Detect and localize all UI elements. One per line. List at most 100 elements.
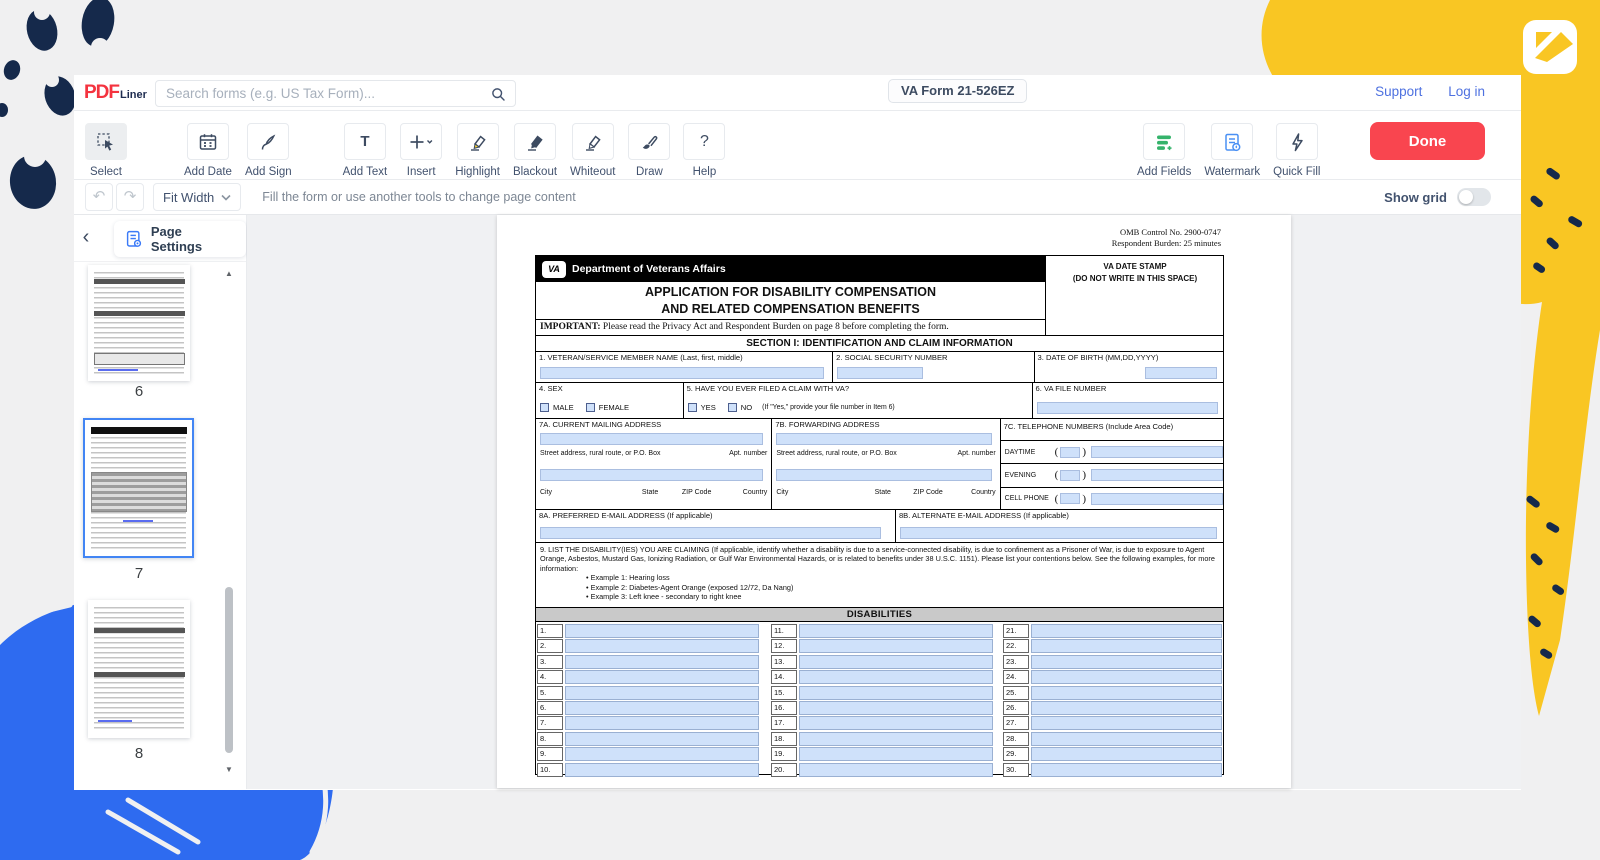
mailing-street-input[interactable]	[540, 433, 763, 445]
disability-row: 10.20.30.	[537, 763, 1222, 777]
collapse-sidebar-button[interactable]: ‹	[76, 226, 96, 250]
disability-input[interactable]	[565, 732, 759, 746]
city-sublabel: City	[776, 489, 788, 496]
scrollbar-thumb[interactable]	[225, 587, 233, 753]
support-link[interactable]: Support	[1375, 84, 1422, 99]
disability-number: 3.	[537, 655, 563, 669]
disability-input[interactable]	[565, 686, 759, 700]
disability-input[interactable]	[799, 624, 993, 638]
disability-input[interactable]	[799, 747, 993, 761]
blackout-button[interactable]: Blackout	[513, 123, 557, 178]
disability-input[interactable]	[565, 639, 759, 653]
search-input[interactable]	[166, 81, 486, 106]
disability-input[interactable]	[1031, 686, 1222, 700]
page-settings-button[interactable]: Page Settings	[114, 221, 246, 257]
disability-input[interactable]	[1031, 624, 1222, 638]
quick-fill-button[interactable]: Quick Fill	[1273, 123, 1320, 178]
document-canvas: OMB Control No. 2900-0747Respondent Burd…	[247, 215, 1521, 789]
yes-checkbox[interactable]	[688, 403, 697, 412]
draw-button[interactable]: Draw	[628, 123, 670, 178]
scroll-up-arrow[interactable]: ▲	[222, 269, 236, 281]
whiteout-button[interactable]: Whiteout	[570, 123, 615, 178]
sidebar-scrollbar[interactable]: ▲ ▼	[222, 265, 236, 781]
disability-input[interactable]	[1031, 701, 1222, 715]
forwarding-city-input[interactable]	[776, 469, 991, 481]
zoom-mode-dropdown[interactable]: Fit Width	[153, 183, 241, 211]
preferred-email-input[interactable]	[540, 527, 881, 539]
page-thumbnail-7-selected[interactable]	[83, 418, 194, 558]
female-label: FEMALE	[599, 403, 629, 412]
search-bar[interactable]	[155, 80, 516, 107]
apt-sublabel: Apt. number	[958, 450, 996, 457]
watermark-button[interactable]: Watermark	[1204, 123, 1260, 178]
cell-area-code-input[interactable]	[1060, 493, 1080, 504]
done-button[interactable]: Done	[1370, 122, 1485, 160]
disability-number: 7.	[537, 716, 563, 730]
disability-input[interactable]	[799, 716, 993, 730]
omb-control-text: OMB Control No. 2900-0747Respondent Burd…	[921, 227, 1221, 248]
ssn-input[interactable]	[837, 367, 923, 379]
dob-input[interactable]	[1145, 367, 1217, 379]
disabilities-header: DISABILITIES	[536, 607, 1223, 622]
evening-area-code-input[interactable]	[1060, 470, 1080, 481]
disability-input[interactable]	[565, 670, 759, 684]
disability-input[interactable]	[1031, 655, 1222, 669]
page-settings-label: Page Settings	[151, 224, 236, 254]
female-checkbox[interactable]	[586, 403, 595, 412]
help-button[interactable]: ? Help	[683, 123, 725, 178]
cell-phone-input[interactable]	[1091, 493, 1223, 505]
disability-input[interactable]	[565, 747, 759, 761]
disability-input[interactable]	[799, 655, 993, 669]
insert-button[interactable]: Insert	[400, 123, 442, 178]
disability-input[interactable]	[799, 701, 993, 715]
disability-input[interactable]	[565, 763, 759, 777]
disability-input[interactable]	[565, 701, 759, 715]
disability-input[interactable]	[1031, 763, 1222, 777]
disability-input[interactable]	[799, 686, 993, 700]
undo-button[interactable]: ↶	[85, 183, 113, 211]
daytime-phone-input[interactable]	[1091, 446, 1223, 458]
add-fields-button[interactable]: Add Fields	[1137, 123, 1191, 178]
example-2: Example 2: Diabetes-Agent Orange (expose…	[540, 583, 1219, 592]
scroll-down-arrow[interactable]: ▼	[222, 765, 236, 777]
disability-input[interactable]	[1031, 747, 1222, 761]
country-sublabel: Country	[743, 489, 768, 496]
pdfliner-logo[interactable]: PDFLiner	[84, 82, 147, 104]
alternate-email-input[interactable]	[900, 527, 1217, 539]
mailing-city-input[interactable]	[540, 469, 763, 481]
show-grid-label: Show grid	[1384, 190, 1447, 205]
disability-input[interactable]	[799, 639, 993, 653]
example-3: Example 3: Left knee - secondary to righ…	[540, 592, 1219, 601]
apt-sublabel: Apt. number	[729, 450, 767, 457]
disability-number: 26.	[1003, 701, 1029, 715]
disability-input[interactable]	[799, 763, 993, 777]
disability-input[interactable]	[565, 716, 759, 730]
disability-input[interactable]	[799, 732, 993, 746]
disability-input[interactable]	[1031, 716, 1222, 730]
page-thumbnail-6[interactable]	[88, 265, 190, 381]
disability-input[interactable]	[799, 670, 993, 684]
add-date-button[interactable]: Add Date	[184, 123, 232, 178]
forwarding-street-input[interactable]	[776, 433, 991, 445]
evening-phone-input[interactable]	[1091, 469, 1223, 481]
page-thumbnail-8[interactable]	[88, 600, 190, 738]
disability-input[interactable]	[1031, 670, 1222, 684]
va-file-number-input[interactable]	[1037, 402, 1218, 414]
veteran-name-input[interactable]	[540, 367, 824, 379]
disability-input[interactable]	[1031, 639, 1222, 653]
male-checkbox[interactable]	[540, 403, 549, 412]
disability-input[interactable]	[565, 624, 759, 638]
redo-button[interactable]: ↷	[116, 183, 144, 211]
disability-input[interactable]	[1031, 732, 1222, 746]
daytime-area-code-input[interactable]	[1060, 447, 1080, 458]
disability-input[interactable]	[565, 655, 759, 669]
show-grid-toggle[interactable]	[1457, 188, 1491, 206]
disability-number: 22.	[1003, 639, 1029, 653]
add-sign-button[interactable]: Add Sign	[245, 123, 292, 178]
text-icon: T	[360, 133, 369, 150]
no-checkbox[interactable]	[728, 403, 737, 412]
highlight-button[interactable]: Highlight	[455, 123, 500, 178]
select-tool-button[interactable]: Select	[85, 123, 127, 178]
login-link[interactable]: Log in	[1448, 84, 1485, 99]
add-text-button[interactable]: T Add Text	[343, 123, 388, 178]
